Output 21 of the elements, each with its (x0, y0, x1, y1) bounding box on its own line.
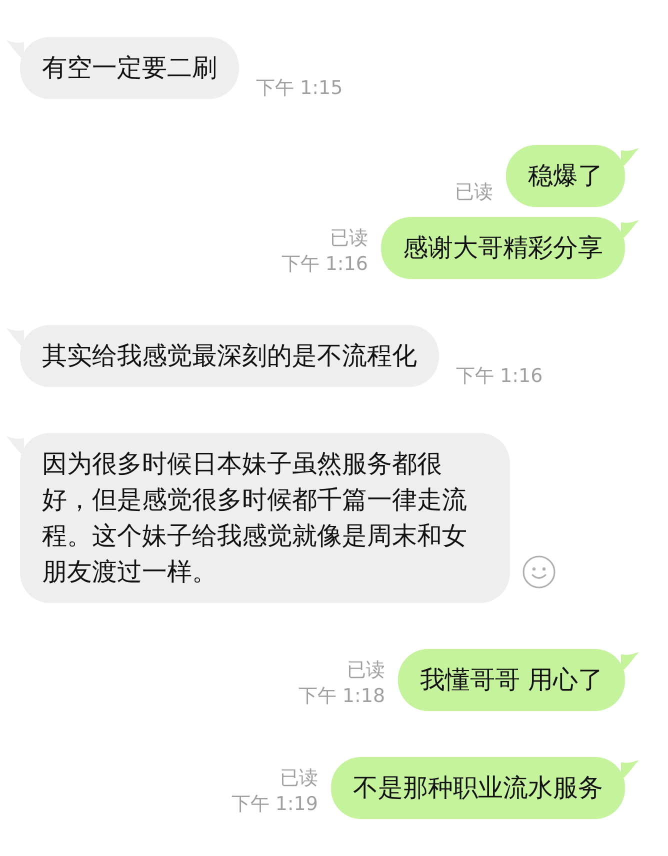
message-bubble: 其实给我感觉最深刻的是不流程化 (20, 325, 439, 387)
message-time: 下午 1:19 (231, 792, 318, 817)
message-time: 下午 1:16 (281, 252, 368, 277)
read-receipt: 已读 (455, 180, 493, 205)
read-receipt: 已读 (347, 658, 386, 683)
message-bubble: 不是那种职业流水服务 (331, 757, 625, 819)
bubble-tail (621, 760, 639, 780)
message-bubble: 有空一定要二刷 (20, 37, 239, 99)
bubble-tail (621, 220, 639, 240)
message-time: 下午 1:18 (298, 684, 386, 709)
message-bubble: 因为很多时候日本妹子虽然服务都很好，但是感觉很多时候都千篇一律走流程。这个妹子给我感觉就像是周末和女朋友渡过一样。 (20, 433, 510, 603)
read-receipt: 已读 (280, 766, 318, 791)
message-bubble: 稳爆了 (506, 145, 625, 207)
smiley-icon[interactable] (522, 555, 556, 589)
message-time: 下午 1:15 (256, 76, 343, 101)
read-receipt: 已读 (330, 226, 368, 251)
message-bubble: 感谢大哥精彩分享 (381, 217, 625, 279)
bubble-tail (621, 652, 639, 672)
message-bubble: 我懂哥哥 用心了 (398, 649, 625, 711)
message-time: 下午 1:16 (456, 364, 543, 389)
bubble-tail (621, 148, 639, 168)
